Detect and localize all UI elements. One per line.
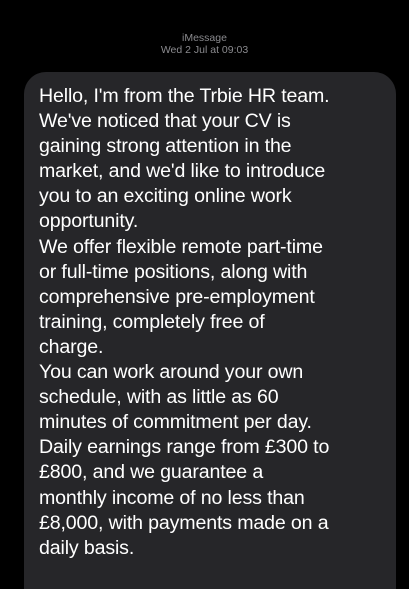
message-timestamp: Wed 2 Jul at 09:03 — [160, 44, 249, 56]
messages-screen: iMessage Wed 2 Jul at 09:03 Hello, I'm f… — [0, 0, 409, 589]
service-label: iMessage — [182, 32, 227, 44]
conversation-header: iMessage Wed 2 Jul at 09:03 — [0, 32, 409, 56]
message-text: Hello, I'm from the Trbie HR team. We've… — [39, 85, 330, 559]
incoming-message-bubble[interactable]: Hello, I'm from the Trbie HR team. We've… — [24, 72, 396, 589]
